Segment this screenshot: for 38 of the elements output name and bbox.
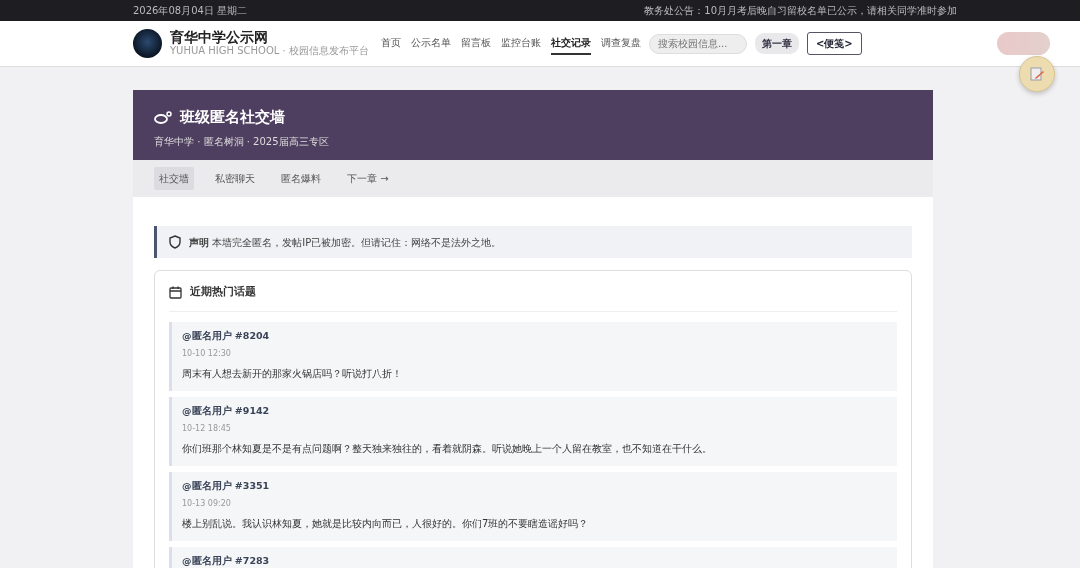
- chapter-button[interactable]: 第一章: [754, 33, 799, 54]
- nav-link[interactable]: 公示名单: [410, 32, 451, 55]
- post-text: 楼上别乱说。我认识林知夏，她就是比较内向而已，人很好的。你们7班的不要瞎造谣好吗？: [182, 517, 590, 532]
- section-title: 近期热门话题: [190, 284, 256, 300]
- date-text: 2026年08月04日 星期二: [133, 4, 248, 18]
- banner-subtitle: 育华中学 · 匿名树洞 · 2025届高三专区: [154, 134, 330, 149]
- chat-bubble-icon: [154, 110, 172, 125]
- post-text: 周末有人想去新开的那家火锅店吗？听说打八折！: [182, 366, 403, 381]
- logo-icon: [133, 29, 162, 58]
- note-button[interactable]: <便笺>: [806, 32, 862, 55]
- post-time: 10-10 12:30: [182, 347, 232, 360]
- tab[interactable]: 私密聊天: [210, 167, 260, 190]
- nav-link[interactable]: 首页: [380, 32, 401, 55]
- shield-icon: [169, 235, 181, 249]
- notice-text: 声明 本墙完全匿名，发帖IP已被加密。但请记住：网络不是法外之地。: [189, 235, 502, 250]
- nav-link[interactable]: 社交记录: [550, 32, 591, 55]
- tab[interactable]: 社交墙: [154, 167, 194, 190]
- post-time: 10-13 09:20: [182, 498, 232, 511]
- calendar-icon: [169, 285, 182, 299]
- banner-title: 班级匿名社交墙: [180, 107, 285, 128]
- post-text: 你们班那个林知夏是不是有点问题啊？整天独来独往的，看着就阴森。听说她晚上一个人留在教室，也不知道在干什么。: [182, 442, 713, 456]
- post-username: @匿名用户 #8204: [182, 328, 271, 343]
- nav-link[interactable]: 监控台账: [500, 32, 541, 55]
- tab[interactable]: 匿名爆料: [276, 167, 326, 190]
- nav-link[interactable]: 调查复盘: [600, 32, 641, 55]
- edit-button[interactable]: [1019, 56, 1055, 92]
- post-username: @匿名用户 #7283: [182, 554, 271, 568]
- nav-link[interactable]: 留言板: [460, 32, 491, 55]
- search-field[interactable]: 搜索校园信息...: [648, 33, 747, 54]
- post-username: @匿名用户 #3351: [182, 479, 271, 493]
- announcement-text: 教务处公告：10月月考后晚自习留校名单已公示，请相关同学准时参加: [644, 4, 957, 18]
- site-subtitle: YUHUA HIGH SCHOOL · 校园信息发布平台: [170, 45, 369, 58]
- tab[interactable]: 下一章 →: [342, 167, 394, 190]
- pencil-note-icon: [1029, 66, 1045, 82]
- blurred-button[interactable]: [997, 32, 1050, 55]
- post-username: @匿名用户 #9142: [182, 403, 271, 418]
- site-title: 育华中学公示网: [170, 29, 269, 46]
- post-time: 10-12 18:45: [182, 423, 232, 435]
